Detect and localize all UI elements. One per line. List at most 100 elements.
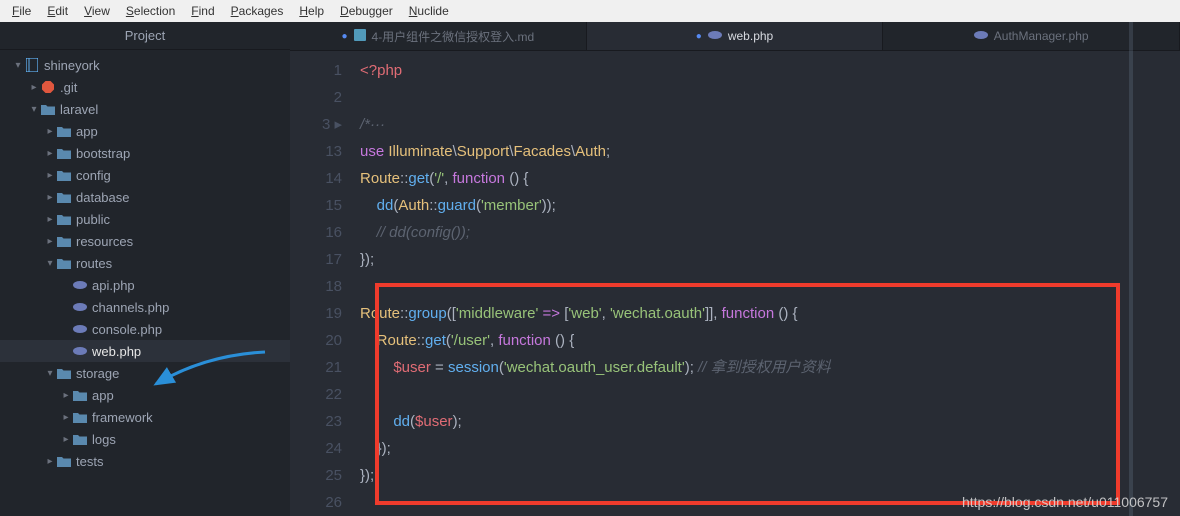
folder-icon (56, 236, 72, 247)
code-line[interactable]: dd($user); (360, 408, 1180, 435)
editor-tabs: 4-用户组件之微信授权登入.md web.php AuthManager.php (290, 22, 1180, 51)
tree-item-logs[interactable]: ▸ logs (0, 428, 290, 450)
code-line[interactable] (360, 84, 1180, 111)
folder-icon (56, 258, 72, 269)
gutter: 123 ▸1314151617181920212223242526 (290, 51, 360, 516)
code-line[interactable]: dd(Auth::guard('member')); (360, 192, 1180, 219)
chevron-icon: ▸ (60, 434, 72, 445)
menubar: FileEditViewSelectionFind PackagesHelpDeb… (0, 0, 1180, 22)
chevron-icon: ▸ (44, 236, 56, 247)
tree-label: config (76, 168, 111, 183)
tab-label: AuthManager.php (994, 29, 1089, 43)
line-number: 16 (290, 219, 342, 246)
line-number: 19 (290, 300, 342, 327)
line-number: 17 (290, 246, 342, 273)
chevron-icon: ▾ (12, 60, 24, 71)
tree-label: app (92, 388, 114, 403)
editor: 4-用户组件之微信授权登入.md web.php AuthManager.php 1… (290, 22, 1180, 516)
line-number: 2 (290, 84, 342, 111)
menu-edit[interactable]: Edit (41, 2, 74, 20)
chevron-icon: ▸ (60, 390, 72, 401)
tree-item-config[interactable]: ▸ config (0, 164, 290, 186)
file-tree: ▾shineyork▸.git▾laravel▸app▸bootstrap▸co… (0, 50, 290, 472)
menu-file[interactable]: File (6, 2, 37, 20)
line-number: 13 (290, 138, 342, 165)
tab-label: web.php (728, 29, 773, 43)
tab-web-php[interactable]: web.php (587, 22, 884, 50)
code-line[interactable]: <?php (360, 57, 1180, 84)
code-line[interactable] (360, 273, 1180, 300)
menu-find[interactable]: Find (185, 2, 220, 20)
tree-item-tests[interactable]: ▸tests (0, 450, 290, 472)
menu-debugger[interactable]: Debugger (334, 2, 399, 20)
tree-item-storage[interactable]: ▾ storage (0, 362, 290, 384)
tree-label: storage (76, 366, 119, 381)
tree-label: routes (76, 256, 112, 271)
folder-icon (56, 170, 72, 181)
folder-icon (40, 104, 56, 115)
code-line[interactable]: $user = session('wechat.oauth_user.defau… (360, 354, 1180, 381)
tree-label: console.php (92, 322, 162, 337)
tree-item-database[interactable]: ▸database (0, 186, 290, 208)
tree-label: public (76, 212, 110, 227)
code-line[interactable]: }); (360, 435, 1180, 462)
tree-item-app[interactable]: ▸app (0, 120, 290, 142)
tree-label: bootstrap (76, 146, 130, 161)
tree-label: logs (92, 432, 116, 447)
tree-item--git[interactable]: ▸.git (0, 76, 290, 98)
tree-label: .git (60, 80, 77, 95)
line-number: 22 (290, 381, 342, 408)
menu-help[interactable]: Help (293, 2, 330, 20)
menu-packages[interactable]: Packages (225, 2, 290, 20)
menu-selection[interactable]: Selection (120, 2, 181, 20)
menu-nuclide[interactable]: Nuclide (403, 2, 455, 20)
tab-AuthManager-php[interactable]: AuthManager.php (883, 22, 1180, 50)
code-line[interactable]: // dd(config()); (360, 219, 1180, 246)
code-line[interactable]: }); (360, 246, 1180, 273)
line-number: 26 (290, 489, 342, 516)
tree-item-resources[interactable]: ▸resources (0, 230, 290, 252)
tree-label: framework (92, 410, 153, 425)
chevron-icon: ▾ (28, 104, 40, 115)
tree-item-shineyork[interactable]: ▾shineyork (0, 54, 290, 76)
chevron-icon: ▸ (44, 214, 56, 225)
tree-item-bootstrap[interactable]: ▸bootstrap (0, 142, 290, 164)
tab-4-------------md[interactable]: 4-用户组件之微信授权登入.md (290, 22, 587, 50)
tree-item-framework[interactable]: ▸framework (0, 406, 290, 428)
decorative-stripe (1129, 22, 1133, 516)
tree-item-app[interactable]: ▸ app (0, 384, 290, 406)
main-layout: Project ▾shineyork▸.git▾laravel▸app▸boot… (0, 22, 1180, 516)
code-line[interactable]: /*··· (360, 111, 1180, 138)
code-content[interactable]: <?php /*···use Illuminate\Support\Facades… (360, 51, 1180, 516)
code-line[interactable]: Route::get('/user', function () { (360, 327, 1180, 354)
code-line[interactable] (360, 381, 1180, 408)
tree-item-routes[interactable]: ▾ routes (0, 252, 290, 274)
line-number: 3 ▸ (290, 111, 342, 138)
chevron-icon: ▾ (44, 368, 56, 379)
folder-icon (72, 412, 88, 423)
chevron-icon: ▸ (44, 126, 56, 137)
line-number: 14 (290, 165, 342, 192)
tree-item-laravel[interactable]: ▾laravel (0, 98, 290, 120)
menu-view[interactable]: View (78, 2, 116, 20)
tree-item-api-php[interactable]: api.php (0, 274, 290, 296)
chevron-icon: ▾ (44, 258, 56, 269)
php-icon (72, 280, 88, 290)
code-line[interactable]: }); (360, 462, 1180, 489)
tree-item-console-php[interactable]: console.php (0, 318, 290, 340)
sidebar: Project ▾shineyork▸.git▾laravel▸app▸boot… (0, 22, 290, 516)
code-line[interactable]: Route::group(['middleware' => ['web', 'w… (360, 300, 1180, 327)
code-line[interactable]: use Illuminate\Support\Facades\Auth; (360, 138, 1180, 165)
tree-item-public[interactable]: ▸ public (0, 208, 290, 230)
code-area[interactable]: 123 ▸1314151617181920212223242526 <?php/… (290, 51, 1180, 516)
tree-label: tests (76, 454, 103, 469)
folder-icon (56, 148, 72, 159)
tree-item-channels-php[interactable]: channels.php (0, 296, 290, 318)
line-number: 23 (290, 408, 342, 435)
code-line[interactable]: Route::get('/', function () { (360, 165, 1180, 192)
line-number: 15 (290, 192, 342, 219)
folder-icon (72, 434, 88, 445)
php-icon (974, 29, 988, 43)
tree-item-web-php[interactable]: web.php (0, 340, 290, 362)
chevron-icon: ▸ (44, 170, 56, 181)
